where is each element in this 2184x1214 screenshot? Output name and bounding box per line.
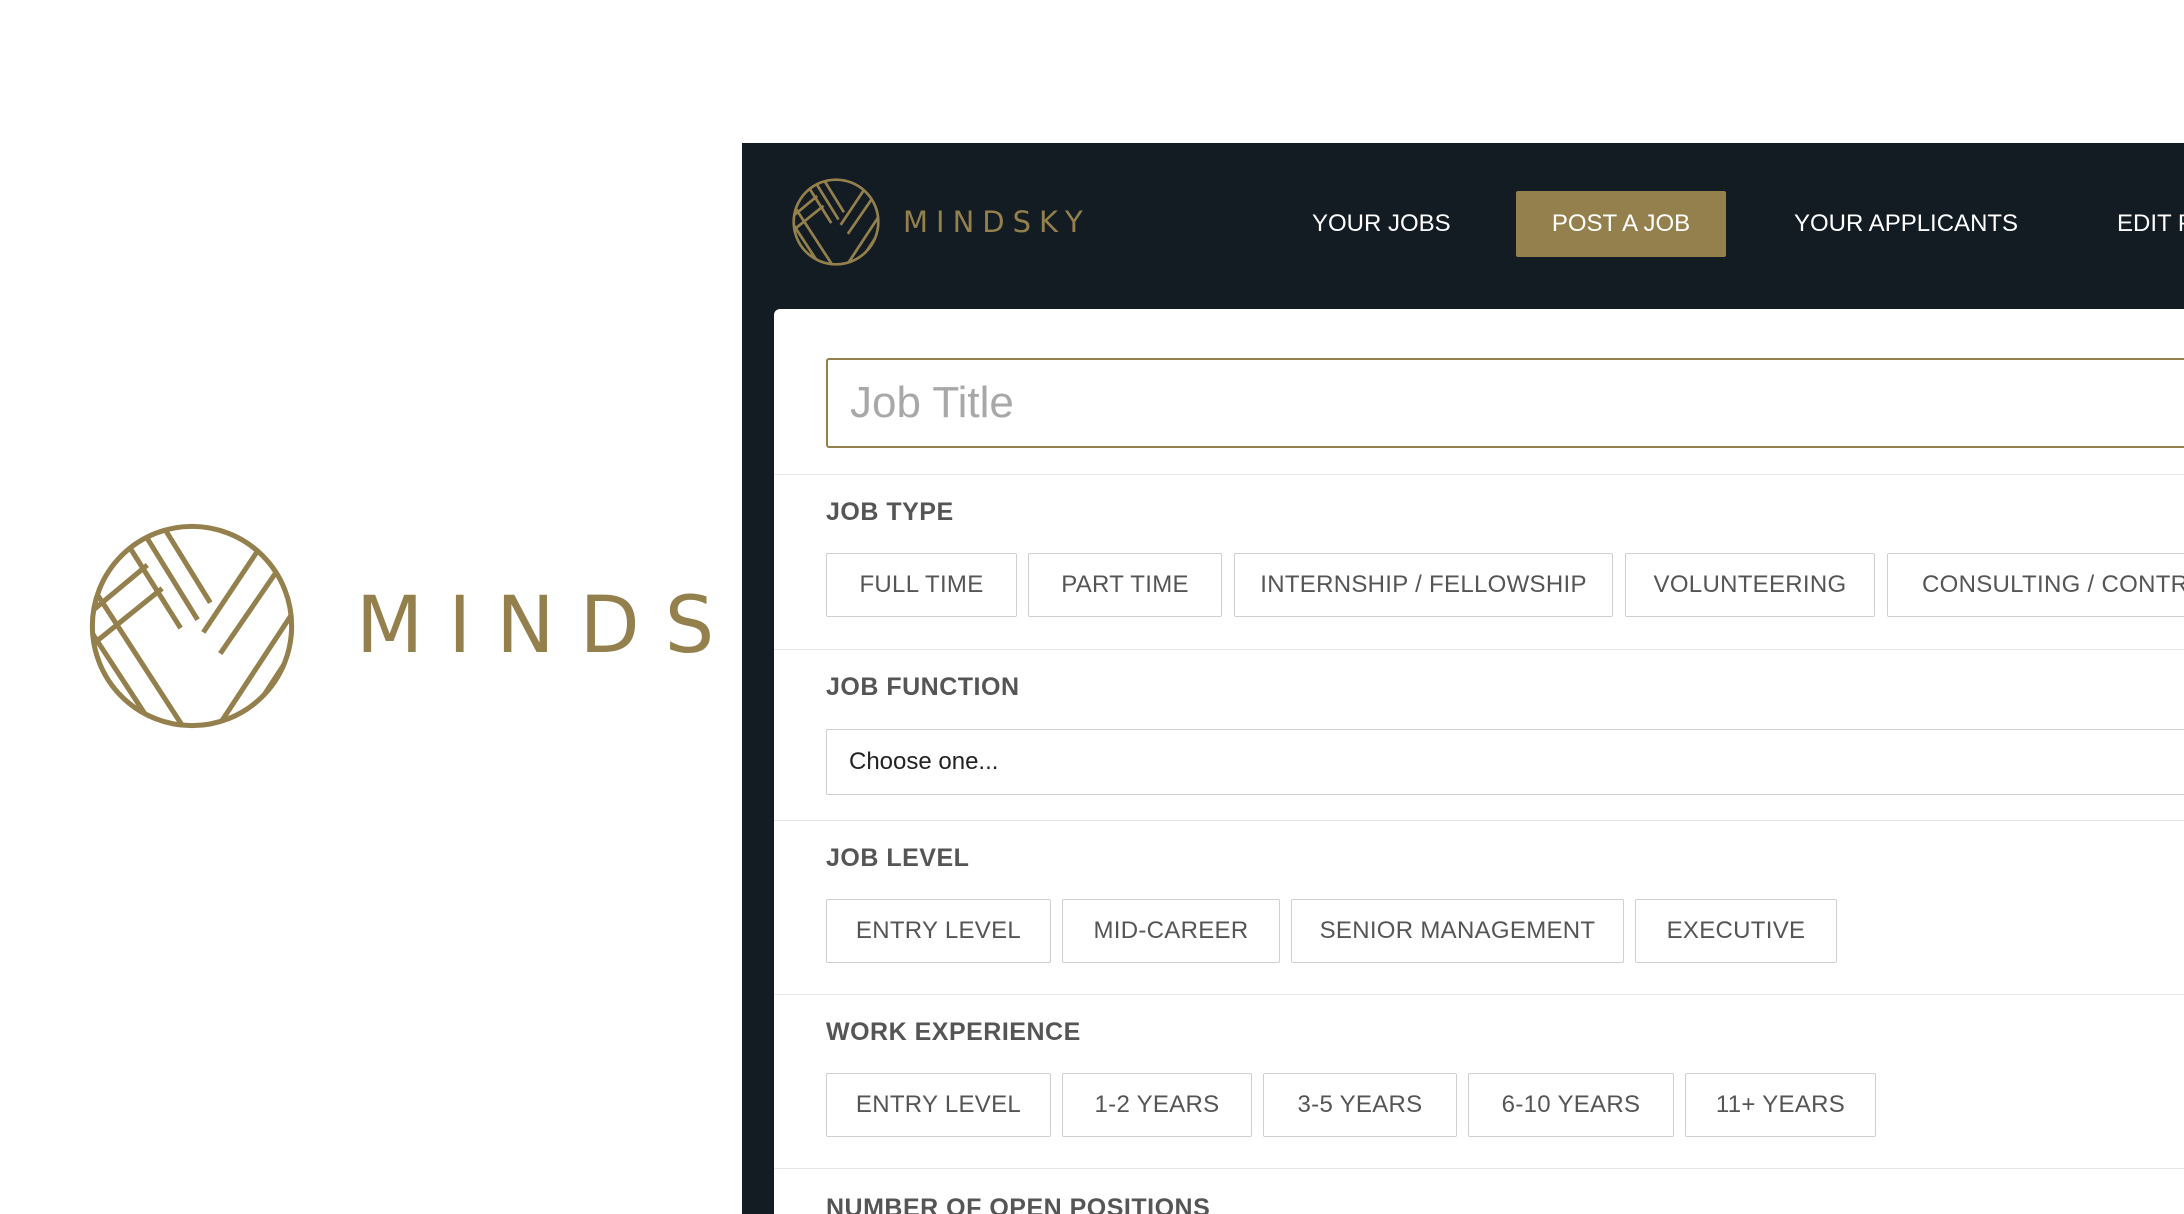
job-type-label: JOB TYPE: [826, 498, 954, 526]
job-level-executive[interactable]: EXECUTIVE: [1635, 899, 1837, 963]
job-function-label: JOB FUNCTION: [826, 673, 1020, 701]
work-experience-label: WORK EXPERIENCE: [826, 1018, 1081, 1046]
post-job-form: JOB TYPE FULL TIME PART TIME INTERNSHIP …: [774, 309, 2184, 1214]
work-experience-11-plus-years[interactable]: 11+ YEARS: [1685, 1073, 1876, 1137]
job-type-internship[interactable]: INTERNSHIP / FELLOWSHIP: [1234, 553, 1613, 617]
job-type-full-time[interactable]: FULL TIME: [826, 553, 1017, 617]
divider: [774, 820, 2184, 821]
job-level-mid-career[interactable]: MID-CAREER: [1062, 899, 1280, 963]
divider: [774, 994, 2184, 995]
job-type-consulting[interactable]: CONSULTING / CONTRA: [1887, 553, 2184, 617]
work-experience-6-10-years[interactable]: 6-10 YEARS: [1468, 1073, 1674, 1137]
divider: [774, 474, 2184, 475]
mindsky-logo-icon: [89, 523, 295, 729]
app-window: MINDSKY YOUR JOBS POST A JOB YOUR APPLIC…: [742, 143, 2184, 1214]
job-title-input[interactable]: [826, 358, 2184, 448]
job-type-volunteering[interactable]: VOLUNTEERING: [1625, 553, 1875, 617]
mindsky-logo-icon: [792, 178, 880, 266]
job-type-part-time[interactable]: PART TIME: [1028, 553, 1222, 617]
nav-post-a-job[interactable]: POST A JOB: [1516, 191, 1726, 257]
work-experience-entry-level[interactable]: ENTRY LEVEL: [826, 1073, 1051, 1137]
open-positions-label: NUMBER OF OPEN POSITIONS: [826, 1194, 1211, 1214]
job-function-select[interactable]: Choose one...: [826, 729, 2184, 795]
work-experience-3-5-years[interactable]: 3-5 YEARS: [1263, 1073, 1457, 1137]
nav-your-jobs[interactable]: YOUR JOBS: [1312, 191, 1451, 257]
header-wordmark: MINDSKY: [903, 205, 1091, 239]
divider: [774, 1168, 2184, 1169]
job-level-senior-management[interactable]: SENIOR MANAGEMENT: [1291, 899, 1624, 963]
job-level-entry-level[interactable]: ENTRY LEVEL: [826, 899, 1051, 963]
job-level-label: JOB LEVEL: [826, 844, 970, 872]
top-navigation-bar: MINDSKY YOUR JOBS POST A JOB YOUR APPLIC…: [742, 143, 2184, 309]
header-logo[interactable]: MINDSKY: [791, 177, 1091, 267]
nav-your-applicants[interactable]: YOUR APPLICANTS: [1794, 191, 2018, 257]
divider: [774, 649, 2184, 650]
nav-edit-profile[interactable]: EDIT P: [2117, 191, 2184, 257]
work-experience-1-2-years[interactable]: 1-2 YEARS: [1062, 1073, 1252, 1137]
